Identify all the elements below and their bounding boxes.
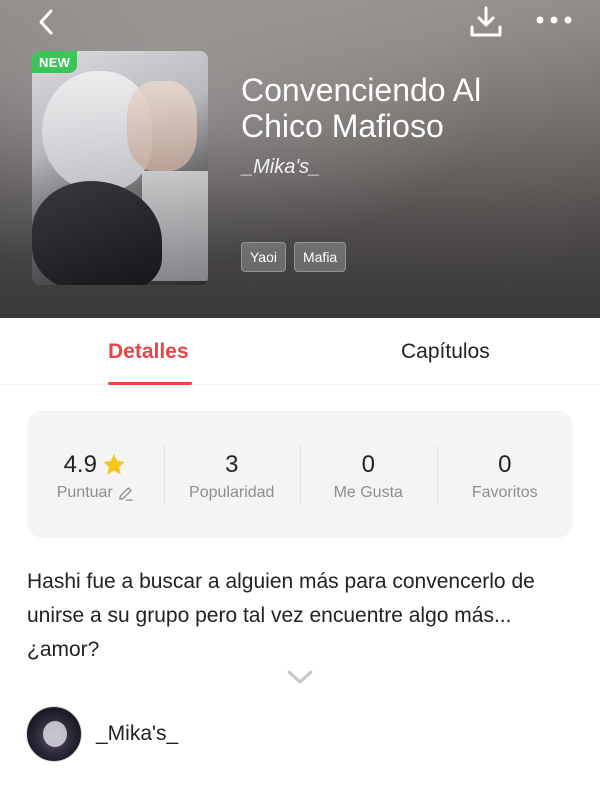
rating-label: Puntuar [56, 484, 113, 501]
author-profile-name[interactable]: _Mika's_ [96, 722, 178, 746]
chevron-down-icon [287, 670, 313, 684]
more-options-button[interactable] [534, 4, 574, 36]
rating-value: 4.9 [63, 451, 97, 478]
back-button[interactable] [28, 4, 64, 40]
download-icon [470, 6, 502, 37]
expand-synopsis-button[interactable] [286, 668, 314, 686]
stat-popularity: 3 Popularidad [163, 411, 301, 538]
tab-bar: Detalles Capítulos [0, 318, 600, 385]
author-profile-row[interactable]: _Mika's_ [26, 706, 178, 762]
back-arrow-icon [39, 9, 53, 35]
header-hero: NEW Convenciendo Al Chico Mafioso _Mika'… [0, 0, 600, 318]
tab-details[interactable]: Detalles [108, 340, 189, 364]
popularity-label: Popularidad [189, 484, 275, 501]
tab-chapters[interactable]: Capítulos [401, 340, 490, 364]
favorites-label: Favoritos [471, 484, 538, 501]
tag-list: Yaoi Mafia [241, 242, 347, 272]
book-title: Convenciendo Al Chico Mafioso [241, 72, 482, 144]
synopsis-text: Hashi fue a buscar a alguien más para co… [27, 570, 535, 661]
pencil-icon [118, 486, 133, 501]
new-badge: NEW [32, 51, 78, 73]
stat-rating[interactable]: 4.9 Puntuar [27, 411, 164, 538]
stat-favorites[interactable]: 0 Favoritos [436, 411, 574, 538]
book-cover-image [32, 51, 208, 285]
stat-likes[interactable]: 0 Me Gusta [300, 411, 437, 538]
more-dots-icon [536, 16, 572, 24]
popularity-value: 3 [225, 451, 239, 478]
likes-label: Me Gusta [333, 484, 403, 501]
star-icon [103, 453, 125, 475]
active-tab-indicator [108, 382, 192, 385]
tag-mafia[interactable]: Mafia [293, 242, 347, 272]
download-button[interactable] [466, 2, 506, 42]
tag-yaoi[interactable]: Yaoi [241, 242, 286, 272]
likes-value: 0 [361, 451, 375, 478]
stats-panel: 4.9 Puntuar 3 Popularidad 0 Me Gusta 0 F… [27, 411, 573, 538]
favorites-value: 0 [498, 451, 512, 478]
book-author[interactable]: _Mika's_ [242, 156, 320, 179]
author-avatar[interactable] [26, 706, 82, 762]
